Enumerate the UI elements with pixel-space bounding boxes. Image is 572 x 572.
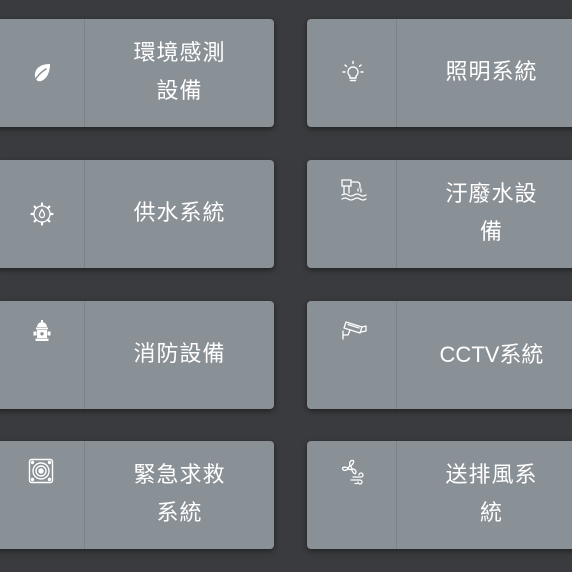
tile-label: 汙廢水設 備 xyxy=(445,182,538,245)
tile-label: 送排風系 統 xyxy=(445,463,538,526)
tile-fire-protection[interactable]: 消防設備 xyxy=(0,301,274,409)
tile-water-supply[interactable]: 供水系統 xyxy=(0,160,274,268)
tile-ventilation[interactable]: 送排風系 統 xyxy=(307,441,572,549)
sewage-pipe-icon xyxy=(341,179,367,201)
tile-sewage-equipment[interactable]: 汙廢水設 備 xyxy=(307,160,572,268)
ventilation-fan-icon xyxy=(341,459,364,485)
tile-icon-cell xyxy=(307,19,397,127)
tile-emergency-call[interactable]: 緊急求救 系統 xyxy=(0,441,274,549)
tile-icon-cell xyxy=(0,19,85,127)
tile-icon-cell xyxy=(307,301,397,409)
tile-label: 照明系統 xyxy=(445,60,538,85)
tile-label: 供水系統 xyxy=(133,201,226,226)
cctv-camera-icon xyxy=(342,321,367,340)
tile-icon-cell xyxy=(307,441,397,549)
tile-lighting[interactable]: 照明系統 xyxy=(307,19,572,127)
tile-label: 消防設備 xyxy=(133,342,226,367)
tile-icon-cell xyxy=(0,301,85,409)
tile-label: CCTV系統 xyxy=(439,342,544,367)
tile-icon-cell xyxy=(307,160,397,268)
device-dashboard: { "tiles": [ {"id": "env", "label": "環境感… xyxy=(0,0,572,572)
leaf-icon xyxy=(33,64,50,83)
emergency-speaker-icon xyxy=(28,458,54,484)
fire-hydrant-icon xyxy=(33,320,51,341)
tile-label: 環境感測 設備 xyxy=(133,41,226,104)
tile-label: 緊急求救 系統 xyxy=(133,463,226,526)
tile-cctv[interactable]: CCTV系統 xyxy=(307,301,572,409)
water-gear-icon xyxy=(30,202,54,226)
tile-icon-cell xyxy=(0,160,85,268)
lightbulb-icon xyxy=(342,60,364,82)
tile-environment-sensing[interactable]: 環境感測 設備 xyxy=(0,19,274,127)
tile-icon-cell xyxy=(0,441,85,549)
